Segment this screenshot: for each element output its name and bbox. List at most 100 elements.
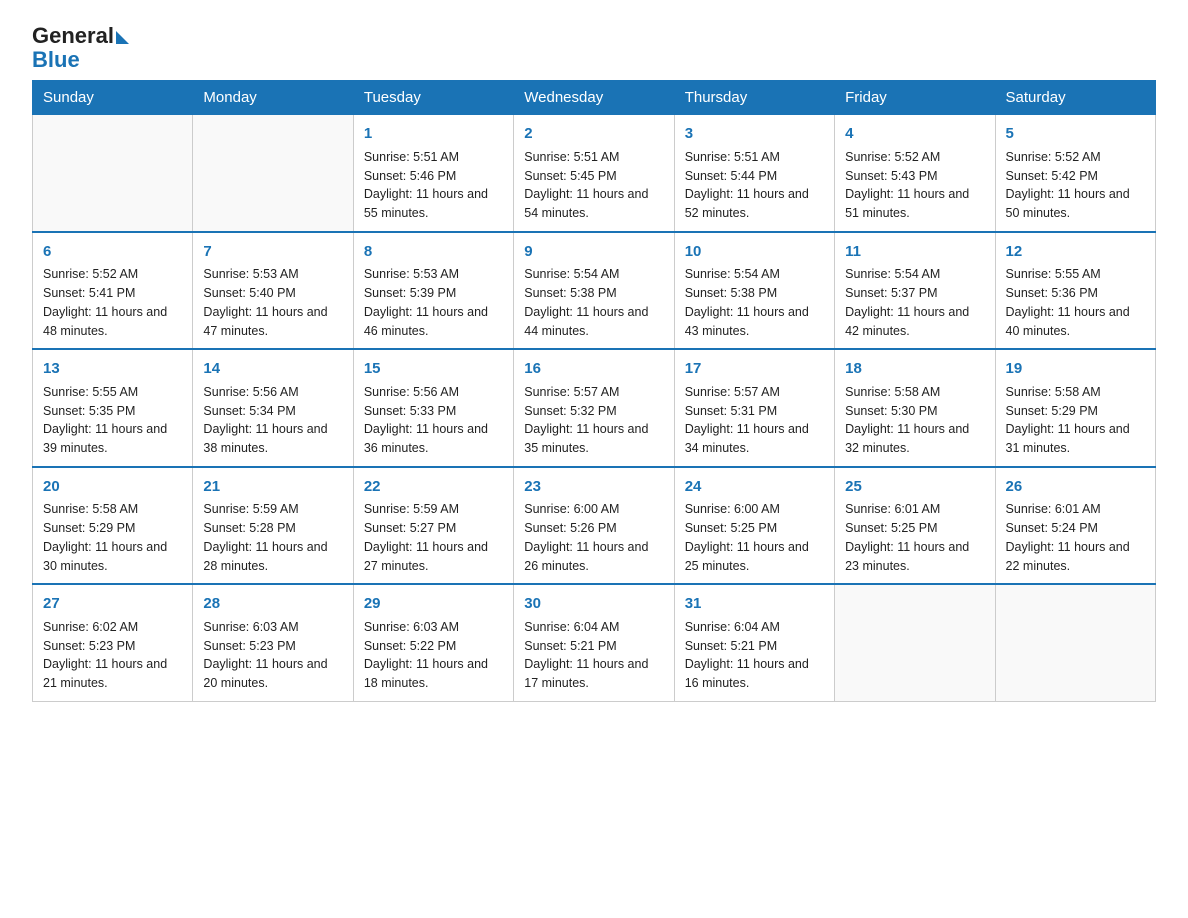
calendar-cell: 28Sunrise: 6:03 AMSunset: 5:23 PMDayligh… xyxy=(193,584,353,701)
day-number: 22 xyxy=(364,476,503,499)
calendar-cell: 25Sunrise: 6:01 AMSunset: 5:25 PMDayligh… xyxy=(835,467,995,585)
day-number: 3 xyxy=(685,123,824,146)
day-info: Sunrise: 6:03 AMSunset: 5:23 PMDaylight:… xyxy=(203,618,342,693)
calendar-cell: 10Sunrise: 5:54 AMSunset: 5:38 PMDayligh… xyxy=(674,232,834,350)
day-number: 6 xyxy=(43,241,182,264)
col-header-tuesday: Tuesday xyxy=(353,81,513,115)
calendar-cell: 31Sunrise: 6:04 AMSunset: 5:21 PMDayligh… xyxy=(674,584,834,701)
calendar-cell: 24Sunrise: 6:00 AMSunset: 5:25 PMDayligh… xyxy=(674,467,834,585)
day-number: 25 xyxy=(845,476,984,499)
day-number: 8 xyxy=(364,241,503,264)
day-number: 27 xyxy=(43,593,182,616)
calendar-cell xyxy=(835,584,995,701)
calendar-week-row: 1Sunrise: 5:51 AMSunset: 5:46 PMDaylight… xyxy=(33,115,1156,232)
day-info: Sunrise: 5:56 AMSunset: 5:34 PMDaylight:… xyxy=(203,383,342,458)
calendar-cell: 21Sunrise: 5:59 AMSunset: 5:28 PMDayligh… xyxy=(193,467,353,585)
day-number: 11 xyxy=(845,241,984,264)
day-info: Sunrise: 6:04 AMSunset: 5:21 PMDaylight:… xyxy=(524,618,663,693)
calendar-cell: 7Sunrise: 5:53 AMSunset: 5:40 PMDaylight… xyxy=(193,232,353,350)
day-number: 2 xyxy=(524,123,663,146)
day-number: 13 xyxy=(43,358,182,381)
day-info: Sunrise: 5:58 AMSunset: 5:29 PMDaylight:… xyxy=(43,500,182,575)
day-info: Sunrise: 5:54 AMSunset: 5:37 PMDaylight:… xyxy=(845,265,984,340)
day-info: Sunrise: 5:59 AMSunset: 5:27 PMDaylight:… xyxy=(364,500,503,575)
day-info: Sunrise: 6:00 AMSunset: 5:26 PMDaylight:… xyxy=(524,500,663,575)
day-info: Sunrise: 5:56 AMSunset: 5:33 PMDaylight:… xyxy=(364,383,503,458)
day-info: Sunrise: 5:55 AMSunset: 5:35 PMDaylight:… xyxy=(43,383,182,458)
calendar-week-row: 20Sunrise: 5:58 AMSunset: 5:29 PMDayligh… xyxy=(33,467,1156,585)
day-info: Sunrise: 6:02 AMSunset: 5:23 PMDaylight:… xyxy=(43,618,182,693)
day-number: 15 xyxy=(364,358,503,381)
calendar-cell: 9Sunrise: 5:54 AMSunset: 5:38 PMDaylight… xyxy=(514,232,674,350)
day-info: Sunrise: 5:52 AMSunset: 5:43 PMDaylight:… xyxy=(845,148,984,223)
calendar-cell: 8Sunrise: 5:53 AMSunset: 5:39 PMDaylight… xyxy=(353,232,513,350)
col-header-thursday: Thursday xyxy=(674,81,834,115)
calendar-cell: 2Sunrise: 5:51 AMSunset: 5:45 PMDaylight… xyxy=(514,115,674,232)
day-info: Sunrise: 5:55 AMSunset: 5:36 PMDaylight:… xyxy=(1006,265,1145,340)
calendar-cell: 3Sunrise: 5:51 AMSunset: 5:44 PMDaylight… xyxy=(674,115,834,232)
day-number: 30 xyxy=(524,593,663,616)
logo: General Blue xyxy=(32,24,129,72)
day-info: Sunrise: 5:52 AMSunset: 5:42 PMDaylight:… xyxy=(1006,148,1145,223)
calendar-cell xyxy=(33,115,193,232)
calendar-cell: 18Sunrise: 5:58 AMSunset: 5:30 PMDayligh… xyxy=(835,349,995,467)
calendar-cell: 4Sunrise: 5:52 AMSunset: 5:43 PMDaylight… xyxy=(835,115,995,232)
day-number: 31 xyxy=(685,593,824,616)
day-info: Sunrise: 5:53 AMSunset: 5:40 PMDaylight:… xyxy=(203,265,342,340)
col-header-monday: Monday xyxy=(193,81,353,115)
calendar-cell: 14Sunrise: 5:56 AMSunset: 5:34 PMDayligh… xyxy=(193,349,353,467)
calendar-cell: 27Sunrise: 6:02 AMSunset: 5:23 PMDayligh… xyxy=(33,584,193,701)
calendar-cell: 13Sunrise: 5:55 AMSunset: 5:35 PMDayligh… xyxy=(33,349,193,467)
logo-text-blue: Blue xyxy=(32,48,80,72)
day-number: 12 xyxy=(1006,241,1145,264)
calendar-cell: 16Sunrise: 5:57 AMSunset: 5:32 PMDayligh… xyxy=(514,349,674,467)
calendar-cell: 30Sunrise: 6:04 AMSunset: 5:21 PMDayligh… xyxy=(514,584,674,701)
day-number: 14 xyxy=(203,358,342,381)
calendar-cell: 22Sunrise: 5:59 AMSunset: 5:27 PMDayligh… xyxy=(353,467,513,585)
day-info: Sunrise: 6:01 AMSunset: 5:24 PMDaylight:… xyxy=(1006,500,1145,575)
day-info: Sunrise: 6:00 AMSunset: 5:25 PMDaylight:… xyxy=(685,500,824,575)
calendar-cell xyxy=(995,584,1155,701)
calendar-cell: 5Sunrise: 5:52 AMSunset: 5:42 PMDaylight… xyxy=(995,115,1155,232)
calendar-cell: 6Sunrise: 5:52 AMSunset: 5:41 PMDaylight… xyxy=(33,232,193,350)
day-info: Sunrise: 5:59 AMSunset: 5:28 PMDaylight:… xyxy=(203,500,342,575)
day-number: 20 xyxy=(43,476,182,499)
calendar-cell xyxy=(193,115,353,232)
day-number: 19 xyxy=(1006,358,1145,381)
page-header: General Blue xyxy=(32,24,1156,72)
day-number: 7 xyxy=(203,241,342,264)
day-number: 9 xyxy=(524,241,663,264)
day-info: Sunrise: 5:58 AMSunset: 5:30 PMDaylight:… xyxy=(845,383,984,458)
calendar-header-row: SundayMondayTuesdayWednesdayThursdayFrid… xyxy=(33,81,1156,115)
day-info: Sunrise: 5:51 AMSunset: 5:46 PMDaylight:… xyxy=(364,148,503,223)
day-info: Sunrise: 5:52 AMSunset: 5:41 PMDaylight:… xyxy=(43,265,182,340)
day-info: Sunrise: 5:57 AMSunset: 5:32 PMDaylight:… xyxy=(524,383,663,458)
col-header-friday: Friday xyxy=(835,81,995,115)
day-number: 5 xyxy=(1006,123,1145,146)
col-header-saturday: Saturday xyxy=(995,81,1155,115)
calendar-table: SundayMondayTuesdayWednesdayThursdayFrid… xyxy=(32,80,1156,702)
calendar-cell: 29Sunrise: 6:03 AMSunset: 5:22 PMDayligh… xyxy=(353,584,513,701)
calendar-cell: 17Sunrise: 5:57 AMSunset: 5:31 PMDayligh… xyxy=(674,349,834,467)
day-info: Sunrise: 5:54 AMSunset: 5:38 PMDaylight:… xyxy=(685,265,824,340)
col-header-wednesday: Wednesday xyxy=(514,81,674,115)
day-number: 16 xyxy=(524,358,663,381)
day-info: Sunrise: 5:53 AMSunset: 5:39 PMDaylight:… xyxy=(364,265,503,340)
day-info: Sunrise: 5:58 AMSunset: 5:29 PMDaylight:… xyxy=(1006,383,1145,458)
day-info: Sunrise: 5:57 AMSunset: 5:31 PMDaylight:… xyxy=(685,383,824,458)
day-number: 28 xyxy=(203,593,342,616)
calendar-cell: 15Sunrise: 5:56 AMSunset: 5:33 PMDayligh… xyxy=(353,349,513,467)
day-info: Sunrise: 6:03 AMSunset: 5:22 PMDaylight:… xyxy=(364,618,503,693)
calendar-cell: 20Sunrise: 5:58 AMSunset: 5:29 PMDayligh… xyxy=(33,467,193,585)
day-info: Sunrise: 6:04 AMSunset: 5:21 PMDaylight:… xyxy=(685,618,824,693)
day-number: 23 xyxy=(524,476,663,499)
logo-text-general: General xyxy=(32,24,114,48)
day-number: 24 xyxy=(685,476,824,499)
calendar-week-row: 27Sunrise: 6:02 AMSunset: 5:23 PMDayligh… xyxy=(33,584,1156,701)
day-info: Sunrise: 5:51 AMSunset: 5:45 PMDaylight:… xyxy=(524,148,663,223)
calendar-cell: 19Sunrise: 5:58 AMSunset: 5:29 PMDayligh… xyxy=(995,349,1155,467)
day-number: 21 xyxy=(203,476,342,499)
day-info: Sunrise: 6:01 AMSunset: 5:25 PMDaylight:… xyxy=(845,500,984,575)
calendar-cell: 12Sunrise: 5:55 AMSunset: 5:36 PMDayligh… xyxy=(995,232,1155,350)
calendar-week-row: 6Sunrise: 5:52 AMSunset: 5:41 PMDaylight… xyxy=(33,232,1156,350)
